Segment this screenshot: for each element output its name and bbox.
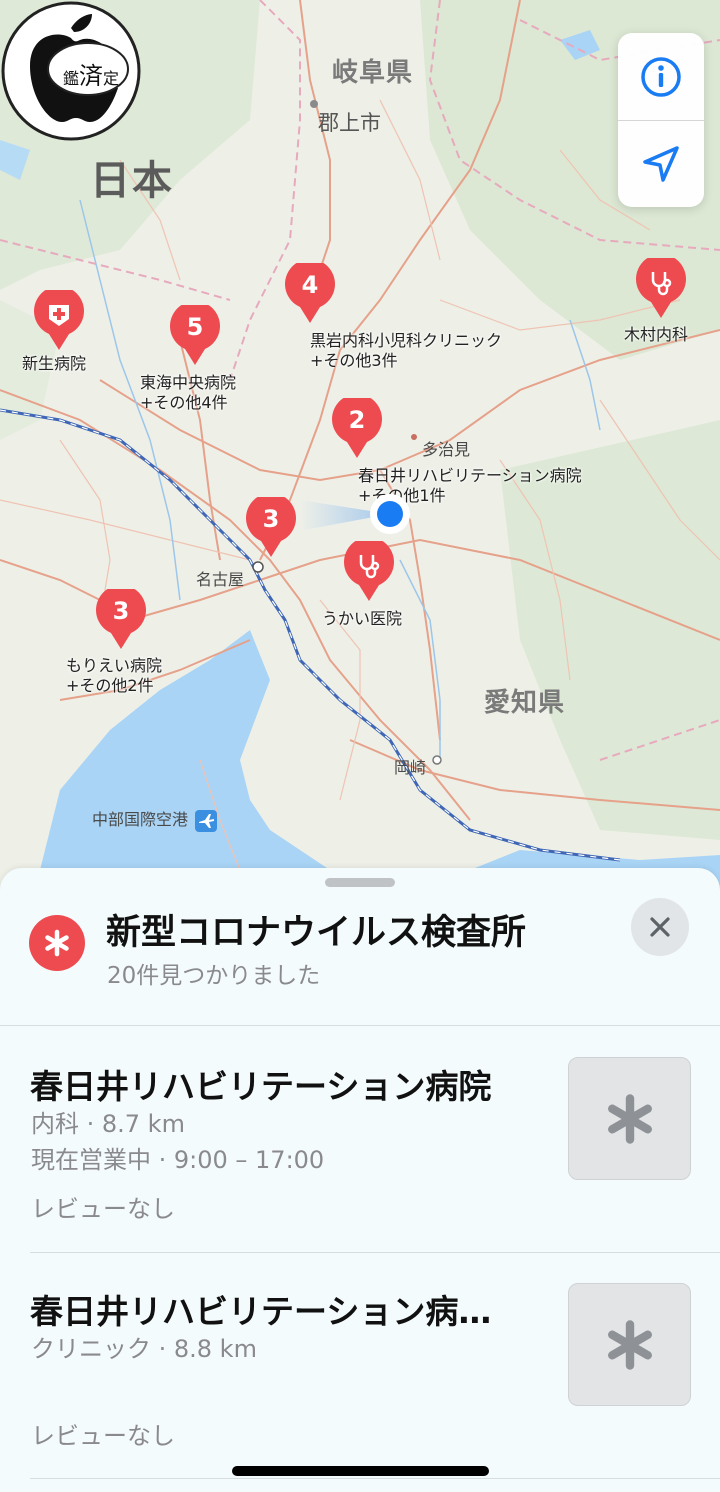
pin-label-name: 東海中央病院 xyxy=(140,373,237,392)
place-label-nagoya: 名古屋 xyxy=(196,570,245,589)
category-title: 新型コロナウイルス検査所 xyxy=(106,913,527,953)
asterisk-icon xyxy=(607,1319,652,1370)
watermark-char: 鑑 xyxy=(62,69,79,88)
result-name: 春日井リハビリテーション病院 xyxy=(30,1067,492,1106)
watermark-char: 済 xyxy=(79,62,103,90)
stethoscope-icon xyxy=(359,555,380,579)
close-button[interactable] xyxy=(631,898,689,956)
close-icon xyxy=(650,917,670,937)
info-icon xyxy=(641,56,681,97)
map-pin-label: 黒岩内科小児科クリニック +その他3件 xyxy=(310,331,502,371)
cluster-count: 5 xyxy=(186,313,204,341)
map-pin-label: うかい医院 xyxy=(322,609,403,628)
map-pin-cluster[interactable]: 2 xyxy=(330,398,384,460)
result-reviews: レビューなし xyxy=(31,1422,175,1450)
results-sheet[interactable]: 新型コロナウイルス検査所 20件見つかりました 春日井リハビリテーション病院 内… xyxy=(0,868,720,1492)
result-category-distance: 内科 · 8.7 km xyxy=(31,1110,185,1138)
home-indicator[interactable] xyxy=(232,1466,489,1476)
current-location-button[interactable] xyxy=(618,120,704,207)
result-hours: 現在営業中 · 9:00 – 17:00 xyxy=(31,1146,325,1174)
airplane-icon xyxy=(195,809,218,832)
watermark-badge: 鑑済定 xyxy=(0,0,142,142)
pin-label-more: +その他3件 xyxy=(310,351,398,370)
location-arrow-icon xyxy=(643,145,679,182)
hospital-icon xyxy=(49,305,69,326)
result-thumbnail[interactable] xyxy=(568,1283,691,1406)
map-pin-label: 東海中央病院 +その他4件 xyxy=(140,373,236,413)
place-label-country: 日本 xyxy=(90,158,174,204)
pin-label-more: +その他4件 xyxy=(140,393,228,412)
map-pin-label: もりえい病院 +その他2件 xyxy=(66,656,162,696)
map-view[interactable]: 日本 岐阜県 郡上市 愛知県 多治見 名古屋 岡崎 中部国際空港 新生病院 5 … xyxy=(0,0,720,900)
watermark-text: 鑑済定 xyxy=(52,56,130,91)
map-pin-cluster[interactable]: 3 xyxy=(94,589,148,651)
airport-name: 中部国際空港 xyxy=(92,810,189,829)
stethoscope-icon xyxy=(651,272,672,296)
cluster-count: 4 xyxy=(301,271,319,299)
cluster-count: 3 xyxy=(112,597,130,625)
result-category-distance: クリニック · 8.8 km xyxy=(31,1335,257,1363)
result-reviews: レビューなし xyxy=(31,1195,175,1223)
pin-label-name: 黒岩内科小児科クリニック xyxy=(310,331,503,350)
map-pin-cluster[interactable]: 5 xyxy=(168,305,222,367)
result-name: 春日井リハビリテーション病… xyxy=(30,1292,492,1331)
result-count: 20件見つかりました xyxy=(107,963,321,989)
map-pin-label: 木村内科 xyxy=(624,325,689,344)
map-controls xyxy=(618,33,704,207)
sheet-grabber[interactable] xyxy=(325,878,395,887)
map-pin-shinsei[interactable] xyxy=(32,290,86,352)
map-pin-label: 新生病院 xyxy=(22,354,87,373)
cluster-count: 2 xyxy=(348,406,366,434)
place-label-gifu: 岐阜県 xyxy=(332,58,414,88)
place-label-aichi: 愛知県 xyxy=(484,688,566,718)
result-item[interactable]: 春日井リハビリテーション病院 内科 · 8.7 km 現在営業中 · 9:00 … xyxy=(0,1026,720,1252)
map-pin-ukai[interactable] xyxy=(342,541,396,603)
result-thumbnail[interactable] xyxy=(568,1057,691,1180)
place-label-gujo: 郡上市 xyxy=(318,111,381,135)
pin-label-more: +その他2件 xyxy=(66,676,154,695)
place-label-airport: 中部国際空港 xyxy=(92,806,218,832)
result-item[interactable]: 春日井リハビリテーション病… クリニック · 8.8 km レビューなし xyxy=(0,1253,720,1479)
result-divider xyxy=(30,1478,720,1479)
place-label-tajimi: 多治見 xyxy=(422,440,471,459)
info-button[interactable] xyxy=(618,33,704,120)
map-pin-cluster[interactable]: 4 xyxy=(283,263,337,325)
pin-label-name: もりえい病院 xyxy=(66,656,163,675)
watermark-char: 定 xyxy=(103,69,120,88)
place-label-okazaki: 岡崎 xyxy=(394,758,427,777)
map-pin-kimura[interactable] xyxy=(634,258,688,320)
asterisk-icon xyxy=(607,1093,652,1144)
asterisk-icon xyxy=(29,915,85,971)
